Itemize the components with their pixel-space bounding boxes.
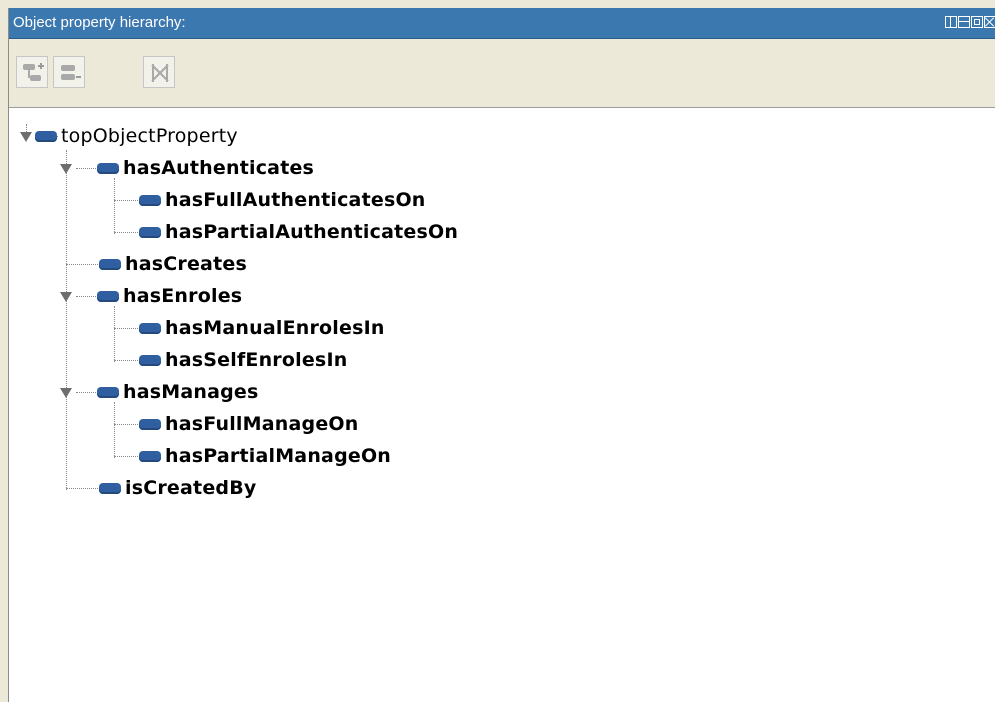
tree-node-hasfullmanageon[interactable]: hasFullManageOn (139, 411, 358, 437)
tree-node-hasenroles[interactable]: hasEnroles (59, 283, 242, 309)
object-property-icon (97, 162, 119, 174)
object-property-icon (99, 482, 121, 494)
object-property-icon (35, 130, 57, 142)
object-property-icon (139, 226, 161, 238)
add-sub-property-button[interactable] (16, 56, 48, 88)
add-sibling-icon (61, 65, 81, 80)
object-property-icon (99, 258, 121, 270)
delete-property-button[interactable] (143, 56, 175, 88)
tree-node-haspartialauthenticateson[interactable]: hasPartialAuthenticatesOn (139, 219, 458, 245)
tree-connector (114, 306, 115, 362)
tree-node-label: hasEnroles (123, 285, 243, 307)
tree-node-iscreatedby[interactable]: isCreatedBy (99, 475, 256, 501)
tree-node-hasauthenticates[interactable]: hasAuthenticates (59, 155, 314, 181)
tree-node-label: hasAuthenticates (123, 157, 315, 179)
tree-connector (66, 488, 98, 489)
panel-title: Object property hierarchy: (13, 14, 186, 31)
tree-node-label: hasManages (123, 381, 259, 403)
tree-connector (114, 424, 138, 425)
tree-node-hasmanualenrolesin[interactable]: hasManualEnrolesIn (139, 315, 385, 341)
collapse-arrow-icon[interactable] (19, 129, 33, 143)
tree-node-haspartialmanageon[interactable]: hasPartialManageOn (139, 443, 391, 469)
collapse-arrow-icon[interactable] (59, 289, 73, 303)
tree-connector (114, 328, 138, 329)
tree-node-label: hasPartialManageOn (165, 445, 392, 467)
tree-node-hascreates[interactable]: hasCreates (99, 251, 247, 277)
add-subproperty-icon (23, 63, 44, 81)
tree-connector (114, 402, 115, 458)
tree-node-label: topObjectProperty (61, 125, 238, 147)
tree-node-hasselfenrolesin[interactable]: hasSelfEnrolesIn (139, 347, 347, 373)
object-property-icon (139, 194, 161, 206)
tree-node-hasmanages[interactable]: hasManages (59, 379, 259, 405)
tree-connector (66, 150, 67, 490)
tree-connector (114, 178, 115, 234)
tree-connector (114, 360, 138, 361)
tree-node-hasfullauthenticateson[interactable]: hasFullAuthenticatesOn (139, 187, 426, 213)
panel-titlebar: Object property hierarchy: (9, 8, 995, 39)
maximize-icon[interactable] (971, 16, 983, 28)
window-controls (945, 16, 995, 30)
object-property-icon (139, 450, 161, 462)
tree-node-label: hasManualEnrolesIn (165, 317, 385, 339)
close-icon[interactable] (984, 16, 995, 28)
object-property-icon (139, 418, 161, 430)
tree-node-label: hasPartialAuthenticatesOn (165, 221, 459, 243)
object-property-icon (139, 354, 161, 366)
horizontal-split-icon[interactable] (958, 16, 970, 28)
toolbar (9, 39, 995, 108)
tree-node-label: hasFullManageOn (165, 413, 359, 435)
collapse-arrow-icon[interactable] (59, 385, 73, 399)
add-sibling-property-button[interactable] (53, 56, 85, 88)
tree-node-label: hasCreates (125, 253, 247, 275)
object-property-icon (139, 322, 161, 334)
tree-connector (114, 456, 138, 457)
tree-connector (114, 200, 138, 201)
property-tree: topObjectProperty hasAuthenticates hasFu… (9, 108, 995, 702)
object-property-icon (97, 386, 119, 398)
tree-node-topobjectproperty[interactable]: topObjectProperty (19, 123, 238, 149)
object-property-hierarchy-panel: Object property hierarchy: topObjectProp… (8, 8, 995, 702)
delete-icon (151, 64, 169, 82)
tree-node-label: hasFullAuthenticatesOn (165, 189, 426, 211)
split-view-icon[interactable] (945, 16, 957, 28)
tree-connector (114, 232, 138, 233)
object-property-icon (97, 290, 119, 302)
tree-node-label: isCreatedBy (125, 477, 257, 499)
collapse-arrow-icon[interactable] (59, 161, 73, 175)
tree-node-label: hasSelfEnrolesIn (165, 349, 348, 371)
tree-connector (66, 264, 98, 265)
